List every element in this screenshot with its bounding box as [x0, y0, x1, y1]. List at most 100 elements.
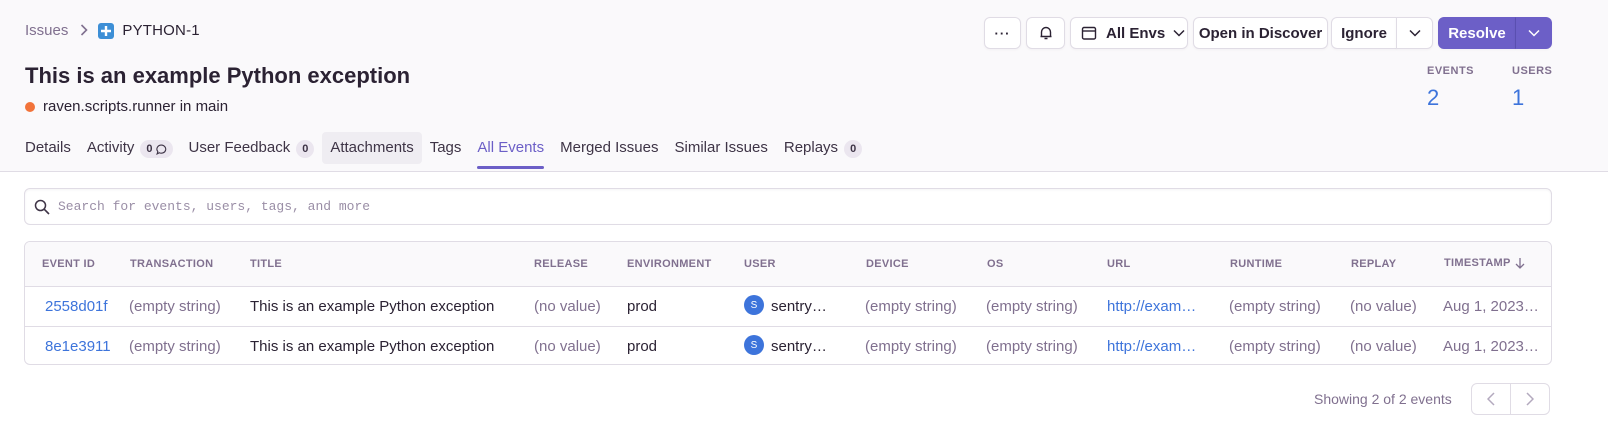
event-id-link[interactable]: 2558d01f: [45, 298, 108, 315]
replay-cell: (no value): [1350, 338, 1417, 355]
column-title[interactable]: TITLE: [250, 258, 282, 270]
activity-badge: 0: [140, 140, 173, 158]
tab-merged-issues[interactable]: Merged Issues: [560, 130, 658, 172]
more-actions-button[interactable]: ···: [984, 17, 1021, 49]
tab-attachments[interactable]: Attachments: [322, 132, 422, 164]
tab-replays[interactable]: Replays 0: [784, 130, 863, 172]
breadcrumb-issues-link[interactable]: Issues: [25, 22, 68, 39]
issue-culprit: raven.scripts.runner in main: [25, 98, 228, 115]
environment-selector[interactable]: All Envs: [1070, 17, 1188, 49]
comment-icon: [155, 144, 166, 155]
search-input[interactable]: [58, 199, 1458, 214]
python-project-icon: [98, 22, 115, 39]
table-row: 8e1e3911 (empty string) This is an examp…: [25, 326, 1551, 364]
tab-similar-issues[interactable]: Similar Issues: [675, 130, 768, 172]
column-release[interactable]: RELEASE: [534, 258, 588, 270]
chevron-down-icon: [1173, 29, 1185, 37]
os-cell: (empty string): [986, 338, 1078, 355]
users-count[interactable]: 1: [1512, 85, 1552, 111]
user-feedback-badge: 0: [296, 140, 315, 158]
ellipsis-icon: ···: [994, 25, 1011, 41]
issue-tabs: Details Activity 0 User Feedback 0 Attac…: [25, 130, 878, 172]
tab-user-feedback[interactable]: User Feedback 0: [189, 130, 315, 172]
events-stat: EVENTS 2: [1427, 65, 1474, 111]
tab-label: Tags: [429, 139, 462, 156]
table-row: 2558d01f (empty string) This is an examp…: [25, 287, 1551, 326]
subscribe-button[interactable]: [1026, 17, 1065, 49]
breadcrumb-current: PYTHON-1: [122, 22, 200, 39]
chevron-down-icon: [1408, 29, 1421, 37]
timestamp-header-label: TIMESTAMP: [1444, 257, 1511, 269]
release-cell: (no value): [534, 338, 601, 355]
user-cell[interactable]: sentry@…: [771, 298, 833, 315]
tab-activity[interactable]: Activity 0: [87, 130, 173, 172]
tab-label: User Feedback: [188, 139, 291, 156]
badge-count: 0: [146, 143, 153, 155]
chevron-down-icon: [1527, 29, 1540, 37]
column-transaction[interactable]: TRANSACTION: [130, 258, 213, 270]
issue-header: Issues PYTHON-1 ··· All Envs Open in Dis…: [0, 0, 1608, 172]
column-user[interactable]: USER: [744, 258, 776, 270]
timestamp-cell: Aug 1, 2023 …: [1443, 338, 1539, 355]
events-table: EVENT ID TRANSACTION TITLE RELEASE ENVIR…: [24, 241, 1552, 365]
search-icon: [34, 199, 50, 215]
column-event-id[interactable]: EVENT ID: [42, 258, 95, 270]
title-cell: This is an example Python exception: [250, 298, 495, 315]
column-os[interactable]: OS: [987, 258, 1004, 270]
resolve-dropdown-button[interactable]: [1515, 17, 1552, 49]
next-page-button[interactable]: [1510, 383, 1550, 415]
tab-label: Details: [25, 139, 71, 156]
users-label: USERS: [1512, 65, 1553, 77]
event-search-bar[interactable]: [24, 188, 1552, 225]
resolve-button[interactable]: Resolve: [1438, 17, 1516, 49]
error-level-indicator: [25, 101, 35, 112]
column-url[interactable]: URL: [1107, 258, 1131, 270]
bell-icon: [1040, 26, 1051, 40]
tab-label: Attachments: [330, 139, 414, 156]
tab-label: All Events: [477, 139, 545, 156]
calendar-icon: [1081, 26, 1097, 40]
environment-label: All Envs: [1106, 24, 1166, 42]
chevron-right-icon: [1526, 392, 1534, 406]
tab-tags[interactable]: Tags: [430, 130, 462, 172]
url-link[interactable]: http://examp…: [1107, 298, 1203, 315]
open-in-discover-button[interactable]: Open in Discover: [1193, 17, 1328, 49]
os-cell: (empty string): [986, 298, 1078, 315]
transaction-cell: (empty string): [129, 338, 221, 355]
release-cell: (no value): [534, 298, 601, 315]
replay-cell: (no value): [1350, 298, 1417, 315]
ignore-dropdown-button[interactable]: [1396, 17, 1433, 49]
replays-badge: 0: [844, 140, 863, 158]
column-device[interactable]: DEVICE: [866, 258, 909, 270]
tab-details[interactable]: Details: [25, 130, 71, 172]
user-cell[interactable]: sentry@…: [771, 338, 833, 355]
chevron-right-icon: [80, 23, 88, 39]
environment-cell: prod: [627, 338, 658, 355]
table-header: EVENT ID TRANSACTION TITLE RELEASE ENVIR…: [25, 242, 1551, 287]
runtime-cell: (empty string): [1229, 338, 1321, 355]
column-replay[interactable]: REPLAY: [1351, 258, 1396, 270]
avatar: S: [744, 295, 764, 315]
events-label: EVENTS: [1427, 65, 1475, 77]
users-stat: USERS 1: [1512, 65, 1552, 111]
avatar: S: [744, 335, 764, 355]
event-id-link[interactable]: 8e1e3911: [45, 338, 111, 355]
ignore-button[interactable]: Ignore: [1331, 17, 1397, 49]
culprit-text: raven.scripts.runner in main: [43, 98, 229, 115]
runtime-cell: (empty string): [1229, 298, 1321, 315]
column-runtime[interactable]: RUNTIME: [1230, 258, 1282, 270]
pagination-caption: Showing 2 of 2 events: [1314, 391, 1452, 407]
url-link[interactable]: http://examp…: [1107, 338, 1203, 355]
tab-label: Similar Issues: [674, 139, 768, 156]
device-cell: (empty string): [865, 298, 957, 315]
issue-title: This is an example Python exception: [25, 63, 411, 88]
transaction-cell: (empty string): [129, 298, 221, 315]
tab-all-events[interactable]: All Events: [477, 130, 544, 172]
title-cell: This is an example Python exception: [250, 338, 495, 355]
device-cell: (empty string): [865, 338, 957, 355]
events-count[interactable]: 2: [1427, 85, 1474, 111]
column-environment[interactable]: ENVIRONMENT: [627, 258, 712, 270]
previous-page-button[interactable]: [1471, 383, 1511, 415]
environment-cell: prod: [627, 298, 658, 315]
column-timestamp[interactable]: TIMESTAMP: [1444, 257, 1525, 269]
